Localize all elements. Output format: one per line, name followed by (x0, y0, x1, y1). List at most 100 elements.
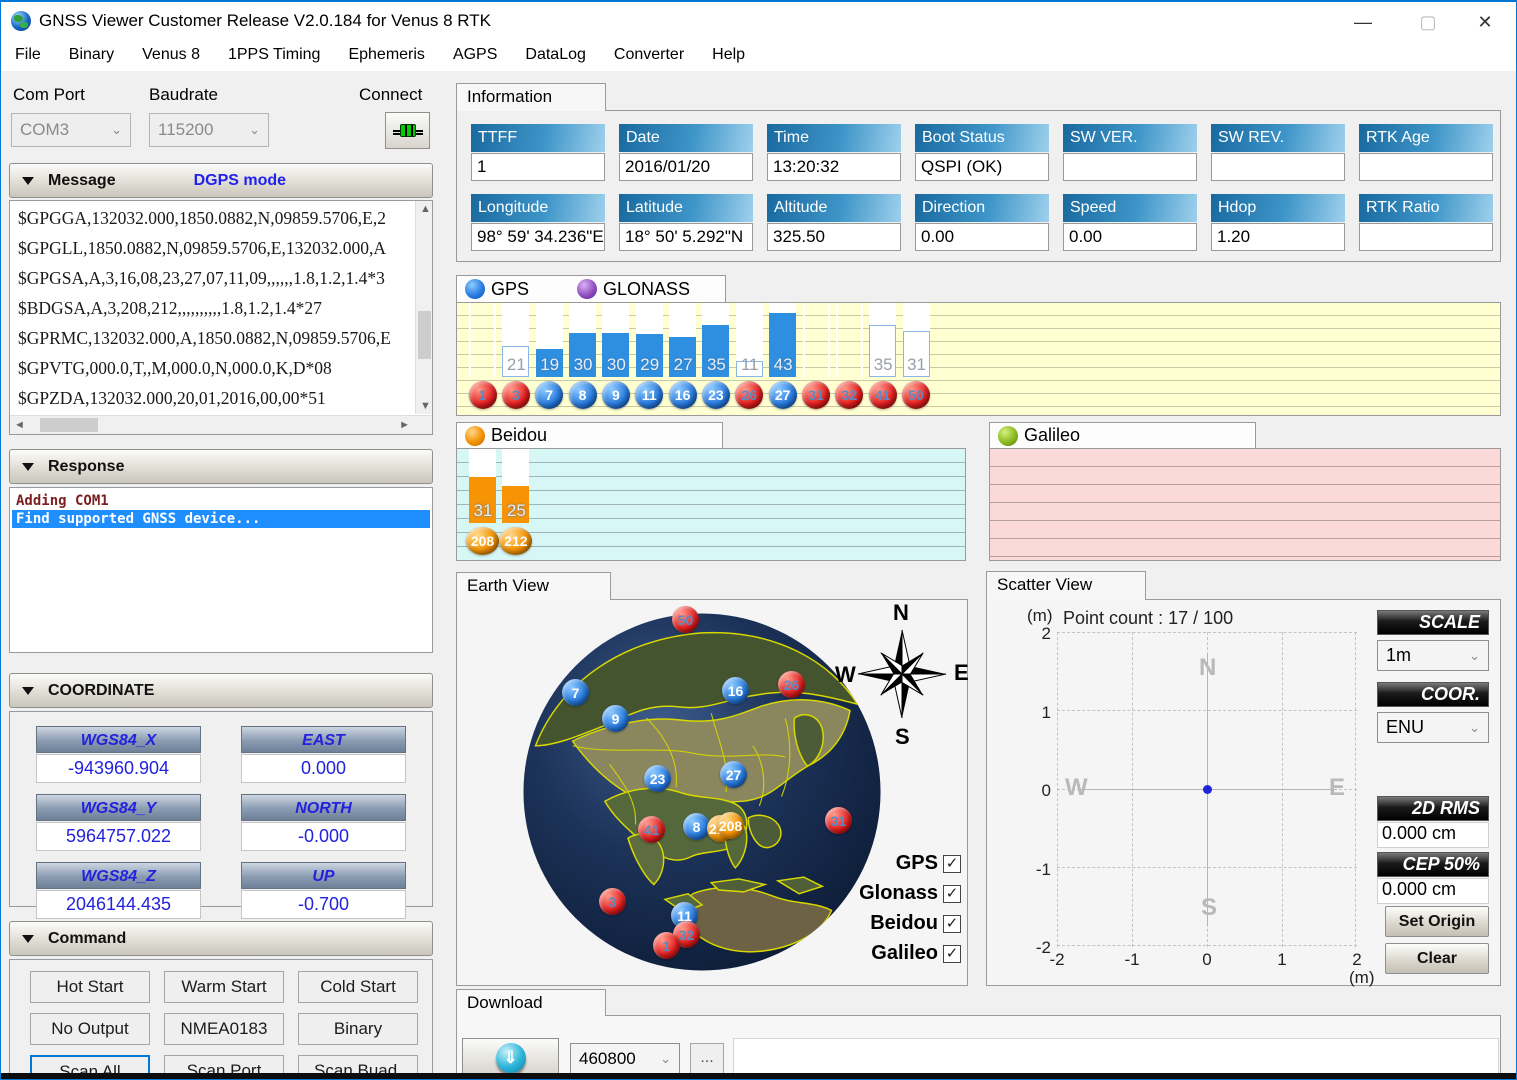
cep-value: 0.000 cm (1377, 878, 1489, 904)
vertical-scrollbar[interactable]: ▲ ▼ (415, 201, 432, 414)
info-value: 1.20 (1211, 223, 1345, 251)
satellite-slot: 31 (802, 303, 830, 415)
scroll-up-icon[interactable]: ▲ (420, 203, 431, 215)
response-section-header[interactable]: Response (9, 449, 433, 484)
checkbox-glonass[interactable]: ✓ (943, 884, 961, 903)
x-tick-label: -2 (1049, 950, 1065, 969)
message-list[interactable]: $GPGGA,132032.000,1850.0882,N,09859.5706… (9, 200, 433, 435)
satellite-id-ball: 41 (868, 381, 897, 409)
cold-start-button[interactable]: Cold Start (298, 971, 418, 1003)
download-baudrate-select[interactable]: 460800 ⌄ (570, 1043, 680, 1074)
menu-item-converter[interactable]: Converter (614, 46, 684, 64)
chevron-down-icon: ⌄ (1469, 719, 1480, 735)
scroll-left-icon[interactable]: ◄ (14, 419, 25, 431)
baudrate-value: 115200 (158, 120, 214, 139)
scatter-view-panel: (m) Point count : 17 / 100 N W E S 2 1 0 -1… (986, 599, 1501, 987)
connect-label: Connect (359, 85, 423, 104)
set-origin-button[interactable]: Set Origin (1385, 906, 1489, 937)
tab-scatter-view[interactable]: Scatter View (986, 571, 1146, 600)
menu-item-ephemeris[interactable]: Ephemeris (348, 46, 424, 64)
tab-information[interactable]: Information (456, 83, 606, 111)
coordinate-section-header[interactable]: COORDINATE (9, 673, 433, 708)
nmea-line: $GPGLL,1850.0882,N,09859.5706,E,132032.0… (18, 238, 386, 258)
info-value (1359, 223, 1493, 251)
beidou-signal-chart: 31 208 25 212 (456, 448, 966, 561)
message-section-header[interactable]: Message DGPS mode (9, 163, 433, 198)
response-title: Response (48, 457, 125, 475)
x-tick-label: -1 (1124, 950, 1140, 969)
signal-value: 35 (873, 355, 893, 374)
coor-select[interactable]: ENU ⌄ (1377, 712, 1489, 743)
warm-start-button[interactable]: Warm Start (164, 971, 284, 1003)
connector-plug-icon (392, 124, 423, 137)
menu-item-agps[interactable]: AGPS (453, 46, 497, 64)
response-list[interactable]: Adding COM1 Find supported GNSS device... (9, 487, 433, 653)
scrollbar-thumb[interactable] (418, 311, 431, 359)
menu-item-venus-8[interactable]: Venus 8 (142, 46, 200, 64)
satellite-id-ball: 9 (601, 381, 630, 409)
binary-button[interactable]: Binary (298, 1013, 418, 1045)
maximize-button[interactable]: ▢ (1405, 8, 1451, 36)
scale-select[interactable]: 1m ⌄ (1377, 640, 1489, 671)
checkbox-beidou[interactable]: ✓ (943, 914, 961, 933)
menu-item-binary[interactable]: Binary (69, 46, 114, 64)
glonass-legend-label: GLONASS (603, 278, 691, 299)
beidou-legend: Beidou (456, 422, 723, 449)
scrollbar-thumb[interactable] (40, 418, 98, 432)
info-value: 2016/01/20 (619, 153, 753, 181)
info-value: 325.50 (767, 223, 901, 251)
menu-item-file[interactable]: File (15, 46, 41, 64)
earth-satellite-ball: 9 (602, 705, 629, 732)
compass-rose-icon (857, 629, 947, 719)
no-output-button[interactable]: No Output (30, 1013, 150, 1045)
info-field: Latitude 18° 50' 5.292"N (619, 194, 753, 251)
satellite-id-ball: 23 (701, 381, 730, 409)
nmea0183-button[interactable]: NMEA0183 (164, 1013, 284, 1045)
response-line[interactable]: Adding COM1 (12, 492, 430, 510)
coordinate-field: WGS84_X -943960.904 (36, 726, 201, 783)
clear-button[interactable]: Clear (1385, 943, 1489, 974)
com-port-select[interactable]: COM3 ⌄ (11, 113, 131, 147)
coordinate-field: WGS84_Y 5964757.022 (36, 794, 201, 851)
close-button[interactable]: ✕ (1462, 8, 1508, 36)
command-section-header[interactable]: Command (9, 921, 433, 956)
galileo-legend-icon (998, 425, 1018, 446)
baudrate-select[interactable]: 115200 ⌄ (149, 113, 269, 147)
checkbox-gps[interactable]: ✓ (943, 854, 961, 873)
tab-download[interactable]: Download (456, 989, 606, 1016)
connect-button[interactable] (385, 112, 430, 149)
scroll-right-icon[interactable]: ► (399, 419, 410, 431)
menu-item-1pps-timing[interactable]: 1PPS Timing (228, 46, 320, 64)
coordinate-value: 0.000 (241, 754, 406, 783)
scroll-down-icon[interactable]: ▼ (420, 400, 431, 412)
info-field: Altitude 325.50 (767, 194, 901, 251)
gps-glonass-legend: GPS GLONASS (456, 275, 726, 303)
horizontal-scrollbar[interactable]: ◄ ► (10, 415, 432, 434)
browse-button[interactable]: ... (690, 1043, 724, 1074)
menu-item-help[interactable]: Help (712, 46, 745, 64)
compass-east-label: E (954, 660, 969, 685)
hot-start-button[interactable]: Hot Start (30, 971, 150, 1003)
minimize-button[interactable]: — (1340, 8, 1386, 36)
satellite-id-ball: 31 (802, 381, 830, 409)
download-button[interactable]: ⇓ (462, 1038, 559, 1078)
earth-globe (523, 613, 881, 971)
satellite-slot: 27 16 (668, 303, 697, 415)
glonass-legend-icon (577, 279, 598, 299)
download-path-field[interactable] (733, 1038, 1499, 1078)
y-tick-label: 0 (1041, 781, 1051, 800)
compass-north-label: N (893, 600, 909, 625)
tab-earth-view[interactable]: Earth View (456, 572, 611, 600)
info-label: Longitude (471, 194, 605, 222)
satellite-id-ball: 1 (468, 381, 497, 409)
info-field: Time 13:20:32 (767, 124, 901, 181)
point-count: Point count : 17 / 100 (1063, 608, 1234, 628)
galileo-signal-chart (989, 448, 1501, 561)
menu-item-datalog[interactable]: DataLog (525, 46, 586, 64)
info-field: SW VER. (1063, 124, 1197, 181)
signal-value: 31 (907, 355, 926, 374)
coordinate-value: 2046144.435 (36, 890, 201, 919)
checkbox-galileo[interactable]: ✓ (943, 944, 961, 963)
signal-value: 19 (540, 355, 560, 374)
response-line[interactable]: Find supported GNSS device... (12, 510, 430, 528)
